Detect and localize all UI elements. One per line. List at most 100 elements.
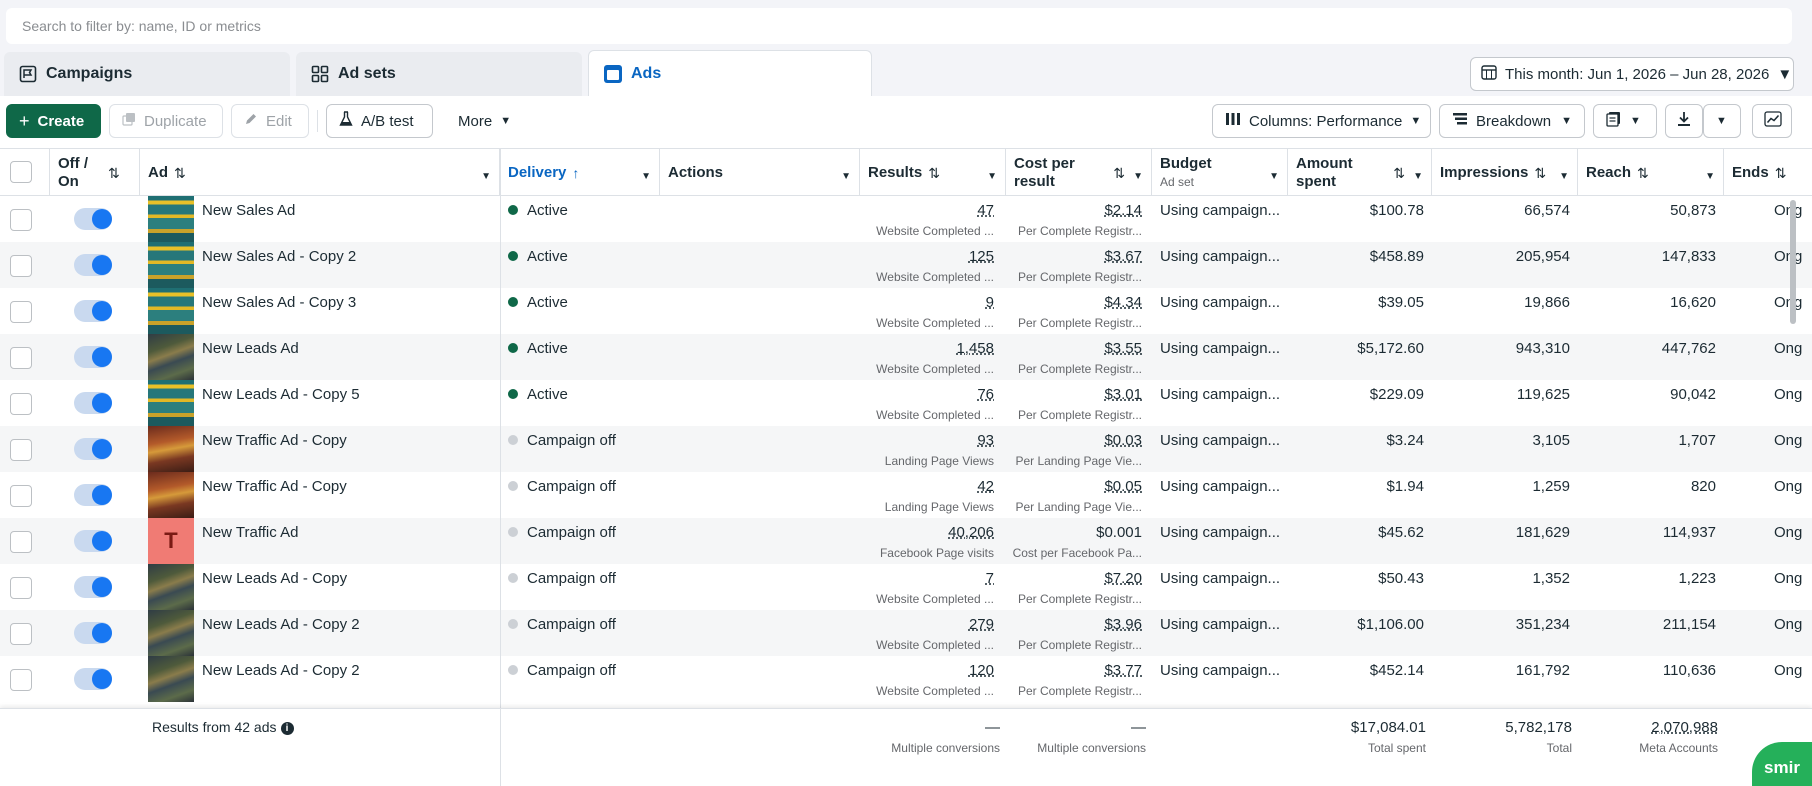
row-checkbox[interactable] <box>10 577 32 599</box>
status-dot <box>508 573 518 583</box>
export-button[interactable] <box>1665 104 1703 138</box>
ad-on-off-toggle[interactable] <box>74 484 112 506</box>
ad-on-off-toggle[interactable] <box>74 668 112 690</box>
calendar-icon <box>1481 64 1497 84</box>
create-button[interactable]: + Create <box>6 104 101 138</box>
ad-on-off-toggle[interactable] <box>74 622 112 644</box>
row-checkbox[interactable] <box>10 669 32 691</box>
ad-on-off-toggle[interactable] <box>74 576 112 598</box>
sort-icon[interactable]: ⇅ <box>174 164 186 182</box>
table-row[interactable]: New Sales Ad Active 47 Website Completed ..… <box>0 196 1812 242</box>
reach-cell: 820 <box>1690 478 1716 495</box>
table-row[interactable]: New Sales Ad - Copy 3 Active 9 Website Comp… <box>0 288 1812 334</box>
info-icon[interactable]: i <box>280 722 294 735</box>
row-checkbox[interactable] <box>10 439 32 461</box>
table-row[interactable]: New Traffic Ad - Copy Campaign off 42 Landi… <box>0 472 1812 518</box>
search-bar[interactable] <box>6 8 1792 44</box>
export-menu-button[interactable]: ▼ <box>1703 104 1741 138</box>
row-checkbox[interactable] <box>10 485 32 507</box>
sort-icon[interactable]: ⇅ <box>1113 164 1125 182</box>
trend-chart-icon <box>1764 111 1782 131</box>
date-range-picker[interactable]: This month: Jun 1, 2026 – Jun 28, 2026 ▼ <box>1470 57 1794 91</box>
column-header-budget[interactable]: Budget Ad set ▼ <box>1152 149 1288 196</box>
ad-name[interactable]: New Leads Ad - Copy 2 <box>202 662 360 708</box>
column-header-ends[interactable]: Ends ⇅ <box>1724 149 1812 196</box>
edit-button[interactable]: Edit <box>231 104 309 138</box>
ad-on-off-toggle[interactable] <box>74 530 112 552</box>
column-header-offon[interactable]: Off / On ⇅ <box>50 149 140 196</box>
sort-icon[interactable]: ⇅ <box>1393 164 1405 182</box>
row-checkbox[interactable] <box>10 531 32 553</box>
flask-icon <box>339 111 353 131</box>
status-dot <box>508 527 518 537</box>
select-all-checkbox[interactable] <box>10 161 32 183</box>
breakdown-button[interactable]: Breakdown ▼ <box>1439 104 1585 138</box>
search-input[interactable] <box>22 18 1792 34</box>
more-button[interactable]: More ▼ <box>445 104 521 138</box>
column-header-impressions[interactable]: Impressions ⇅ ▼ <box>1432 149 1578 196</box>
cost-per-result-cell: $3.67 Per Complete Registr... <box>1017 248 1142 284</box>
ad-on-off-toggle[interactable] <box>74 346 112 368</box>
ab-test-button[interactable]: A/B test <box>326 104 433 138</box>
tab-ads[interactable]: Ads <box>588 50 872 96</box>
pencil-icon <box>244 112 258 130</box>
column-header-amount-spent[interactable]: Amount spent ⇅ ▼ <box>1288 149 1432 196</box>
row-checkbox[interactable] <box>10 255 32 277</box>
charts-toggle-button[interactable] <box>1752 104 1792 138</box>
delivery-status: Campaign off <box>508 662 616 708</box>
caret-down-icon[interactable]: ▼ <box>1133 168 1143 186</box>
columns-button[interactable]: Columns: Performance ▼ <box>1212 104 1431 138</box>
caret-down-icon[interactable]: ▼ <box>481 168 491 186</box>
table-row[interactable]: New Leads Ad - Copy 2 Campaign off 120 Webs… <box>0 656 1812 702</box>
ad-on-off-toggle[interactable] <box>74 438 112 460</box>
impressions-cell: 1,352 <box>1532 570 1570 587</box>
column-header-actions[interactable]: Actions ▼ <box>660 149 860 196</box>
column-header-reach[interactable]: Reach ⇅ ▼ <box>1578 149 1724 196</box>
duplicate-button[interactable]: Duplicate <box>109 104 223 138</box>
sort-icon[interactable]: ⇅ <box>928 164 940 182</box>
caret-down-icon[interactable]: ▼ <box>841 168 851 186</box>
sort-icon[interactable]: ⇅ <box>1534 164 1546 182</box>
column-header-cost-per-result[interactable]: Cost per result ⇅ ▼ <box>1006 149 1152 196</box>
row-checkbox[interactable] <box>10 209 32 231</box>
vertical-scrollbar[interactable] <box>1790 200 1796 324</box>
ads-table: Off / On ⇅ Ad ⇅ ▼ Delivery ↑ ▼ Actions ▼… <box>0 148 1812 708</box>
sort-icon[interactable]: ⇅ <box>1637 164 1649 182</box>
cost-per-result-cell: $0.001 Cost per Facebook Pa... <box>1012 524 1142 560</box>
caret-down-icon[interactable]: ▼ <box>1559 168 1569 186</box>
sort-icon[interactable]: ⇅ <box>108 164 120 182</box>
table-row[interactable]: New Sales Ad - Copy 2 Active 125 Website Co… <box>0 242 1812 288</box>
table-row[interactable]: New Leads Ad - Copy Campaign off 7 Website … <box>0 564 1812 610</box>
caret-down-icon[interactable]: ▼ <box>987 168 997 186</box>
tab-ad-sets[interactable]: Ad sets <box>296 52 582 96</box>
caret-down-icon: ▼ <box>1716 115 1727 127</box>
table-row[interactable]: New Leads Ad Active 1,458 Website Completed… <box>0 334 1812 380</box>
tab-campaigns[interactable]: Campaigns <box>4 52 290 96</box>
column-header-results[interactable]: Results ⇅ ▼ <box>860 149 1006 196</box>
caret-down-icon[interactable]: ▼ <box>1269 168 1279 186</box>
frozen-column-divider <box>500 709 501 786</box>
ad-on-off-toggle[interactable] <box>74 392 112 414</box>
table-row[interactable]: New Leads Ad - Copy 2 Campaign off 279 Webs… <box>0 610 1812 656</box>
column-header-delivery[interactable]: Delivery ↑ ▼ <box>500 149 660 196</box>
results-cell: 47 Website Completed ... <box>876 202 994 238</box>
sort-ascending-icon[interactable]: ↑ <box>572 164 579 182</box>
caret-down-icon[interactable]: ▼ <box>641 168 651 186</box>
caret-down-icon[interactable]: ▼ <box>1705 168 1715 186</box>
table-row[interactable]: T New Traffic Ad Campaign off 40,206 Faceboo… <box>0 518 1812 564</box>
table-row[interactable]: New Leads Ad - Copy 5 Active 76 Website Com… <box>0 380 1812 426</box>
row-checkbox[interactable] <box>10 347 32 369</box>
ad-on-off-toggle[interactable] <box>74 208 112 230</box>
budget-cell: Using campaign... <box>1160 662 1281 679</box>
status-dot <box>508 389 518 399</box>
ad-on-off-toggle[interactable] <box>74 300 112 322</box>
column-header-ad[interactable]: Ad ⇅ ▼ <box>140 149 500 196</box>
row-checkbox[interactable] <box>10 301 32 323</box>
ad-on-off-toggle[interactable] <box>74 254 112 276</box>
sort-icon[interactable]: ⇅ <box>1775 164 1787 182</box>
reports-button[interactable]: ▼ <box>1593 104 1657 138</box>
caret-down-icon[interactable]: ▼ <box>1413 168 1423 186</box>
row-checkbox[interactable] <box>10 393 32 415</box>
table-row[interactable]: New Traffic Ad - Copy Campaign off 93 Landi… <box>0 426 1812 472</box>
row-checkbox[interactable] <box>10 623 32 645</box>
